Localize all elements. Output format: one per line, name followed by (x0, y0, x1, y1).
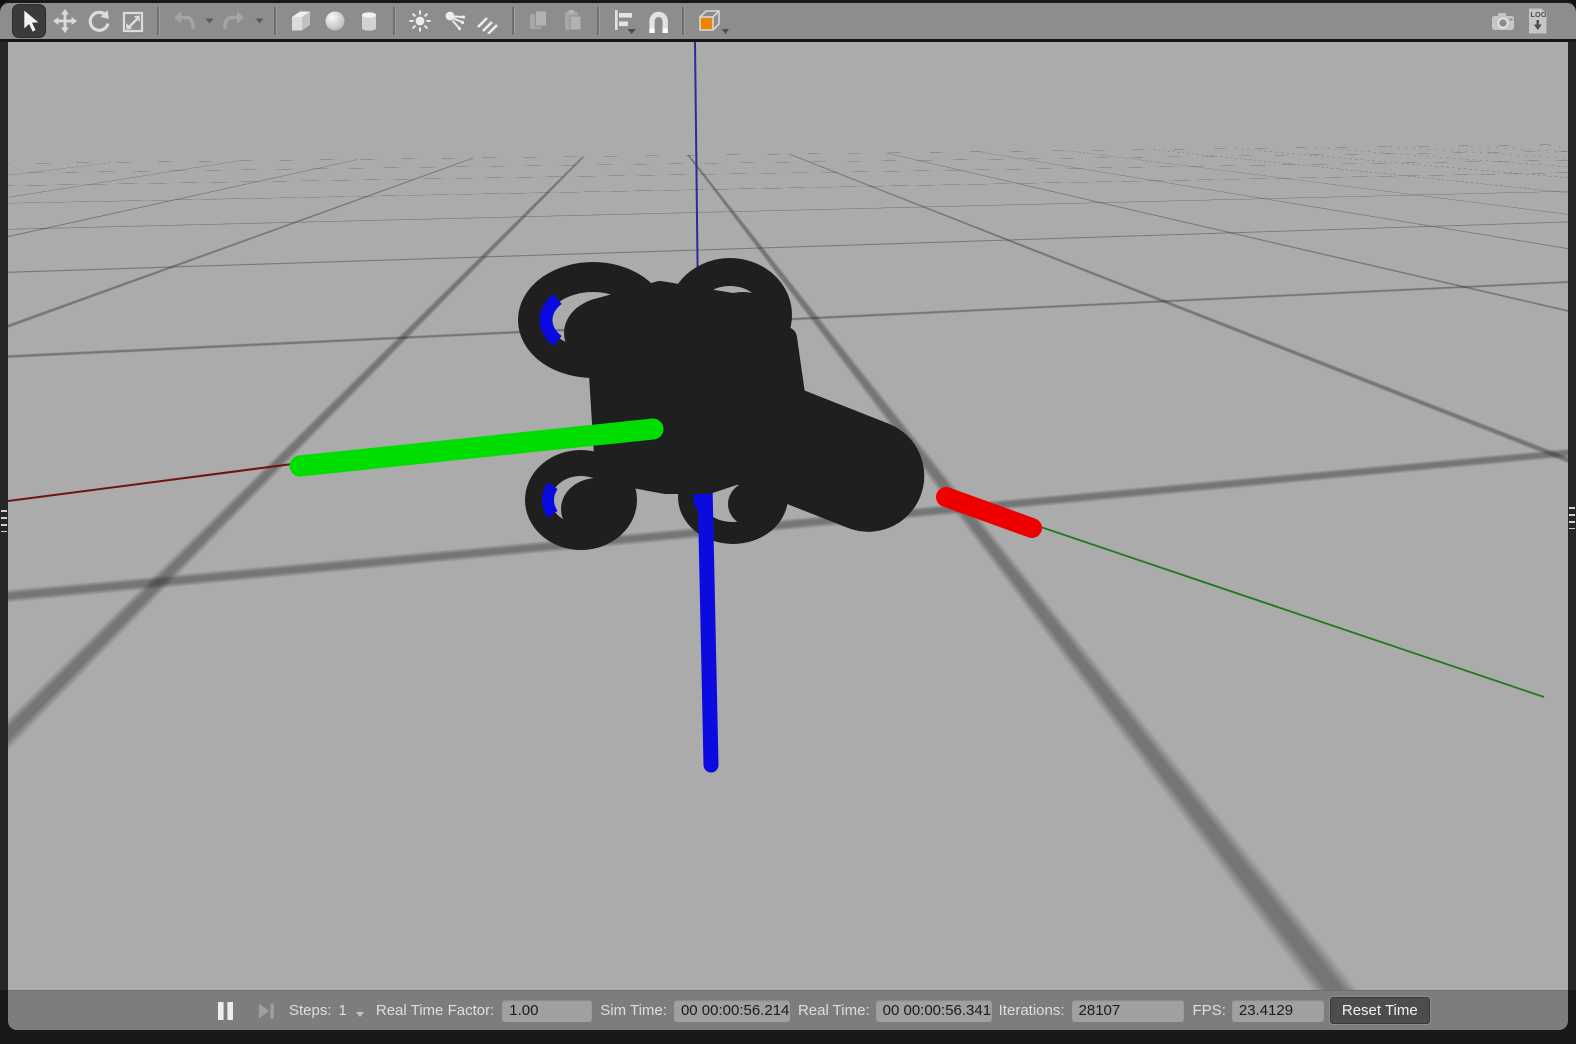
screenshot-button[interactable] (1488, 4, 1518, 38)
real-time-field: 00 00:00:56.341 (875, 999, 992, 1022)
redo-button[interactable] (219, 4, 249, 38)
paste-icon (565, 10, 582, 31)
marker-x-axis-bar (936, 487, 1042, 538)
chevron-down-icon (205, 18, 213, 24)
insert-box-button[interactable] (286, 4, 316, 38)
move-icon (53, 9, 77, 33)
redo-history-button[interactable] (253, 4, 265, 38)
camera-icon (1491, 13, 1514, 30)
window-bottom-edge (0, 1030, 1576, 1043)
align-icon (615, 10, 636, 34)
cylinder-icon (362, 12, 376, 31)
fps-label: FPS: (1192, 1002, 1226, 1019)
log-record-button[interactable]: LOG (1522, 4, 1554, 38)
marker-z-axis-bar (697, 477, 719, 773)
world-x-axis-line (8, 462, 301, 502)
magnet-icon (648, 11, 668, 33)
chevron-down-icon (355, 1011, 364, 1017)
right-panel-splitter[interactable] (1568, 42, 1576, 990)
gazebo-window: LOG Steps: 1 Real Time Factor: 1.00 Sim … (0, 0, 1576, 1044)
toolbar-separator (682, 7, 685, 35)
undo-icon (174, 11, 195, 29)
sim-time-field: 00 00:00:56.214 (673, 999, 790, 1022)
insert-sphere-button[interactable] (320, 4, 350, 38)
spot-light-button[interactable] (439, 4, 469, 38)
scene-viewport[interactable] (8, 42, 1568, 990)
copy-button[interactable] (524, 4, 554, 38)
pause-icon (218, 1001, 233, 1020)
steps-value: 1 (338, 1002, 347, 1019)
step-forward-icon (258, 1003, 274, 1018)
iterations-field: 28107 (1071, 999, 1184, 1022)
point-light-icon (409, 10, 431, 32)
directional-light-icon (477, 17, 498, 34)
steps-dropdown[interactable] (355, 1003, 365, 1019)
rotate-tool-button[interactable] (84, 4, 114, 38)
scene-overlay (8, 42, 1545, 773)
log-icon: LOG (1529, 8, 1547, 34)
splitter-grip-icon (1569, 507, 1575, 529)
real-time-factor-label: Real Time Factor: (375, 1002, 495, 1019)
snap-button[interactable] (643, 4, 673, 38)
chevron-down-icon (255, 18, 263, 24)
left-panel-splitter[interactable] (0, 42, 8, 990)
point-light-button[interactable] (405, 4, 435, 38)
real-time-label: Real Time: (797, 1002, 870, 1019)
view-angle-button[interactable] (694, 4, 732, 38)
sim-time-label: Sim Time: (600, 1002, 667, 1019)
steps-label: Steps: (289, 1002, 332, 1019)
align-button[interactable] (609, 4, 639, 38)
step-button[interactable] (253, 998, 279, 1024)
directional-light-button[interactable] (473, 4, 503, 38)
statusbar: Steps: 1 Real Time Factor: 1.00 Sim Time… (8, 990, 1568, 1030)
spot-light-icon (445, 11, 466, 31)
view-cube-icon (699, 10, 729, 34)
toolbar-separator (512, 7, 515, 35)
toolbar-separator (597, 7, 600, 35)
svg-text:LOG: LOG (1531, 10, 1547, 19)
real-time-factor-field: 1.00 (502, 999, 593, 1022)
cursor-arrow-icon (23, 9, 40, 33)
pause-button[interactable] (213, 998, 239, 1024)
toolbar-separator (393, 7, 396, 35)
main-area (0, 42, 1576, 990)
toolbar: LOG (0, 3, 1576, 42)
iterations-label: Iterations: (998, 1002, 1065, 1019)
paste-button[interactable] (558, 4, 588, 38)
scale-icon (122, 11, 144, 33)
undo-history-button[interactable] (203, 4, 215, 38)
insert-cylinder-button[interactable] (354, 4, 384, 38)
undo-button[interactable] (169, 4, 199, 38)
copy-icon (530, 10, 547, 29)
sphere-icon (325, 11, 345, 31)
redo-icon (223, 11, 244, 29)
box-icon (292, 11, 310, 31)
rotate-icon (88, 10, 110, 32)
toolbar-separator (157, 7, 160, 35)
reset-time-button[interactable]: Reset Time (1329, 997, 1430, 1024)
translate-tool-button[interactable] (50, 4, 80, 38)
quadcopter-model[interactable] (518, 258, 941, 773)
fps-field: 23.4129 (1231, 999, 1324, 1022)
toolbar-separator (274, 7, 277, 35)
scale-tool-button[interactable] (118, 4, 148, 38)
select-tool-button[interactable] (12, 4, 46, 38)
splitter-grip-icon (1, 510, 7, 532)
